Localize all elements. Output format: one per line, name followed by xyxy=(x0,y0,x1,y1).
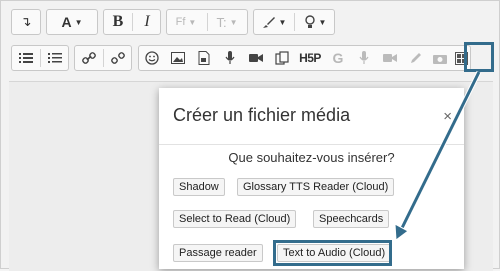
callout-arrow xyxy=(394,70,482,241)
